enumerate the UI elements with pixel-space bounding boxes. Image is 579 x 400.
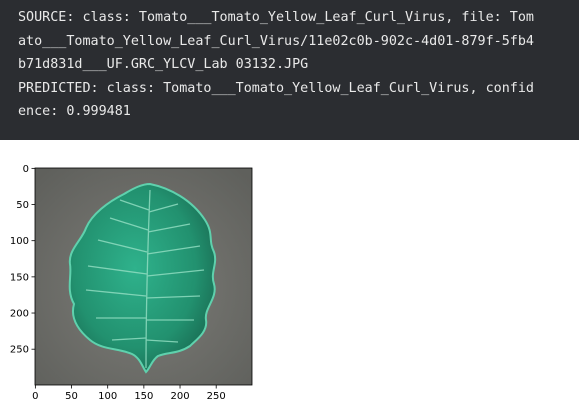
output-line-4: PREDICTED: class: Tomato___Tomato_Yellow… — [18, 80, 534, 96]
y-tick-label: 150 — [10, 272, 29, 283]
output-line-2: ato___Tomato_Yellow_Leaf_Curl_Virus/11e0… — [18, 33, 534, 49]
x-tick-label: 250 — [207, 391, 226, 400]
x-tick-label: 100 — [98, 391, 117, 400]
x-tick-label: 200 — [170, 391, 189, 400]
y-axis: 0 50 100 150 200 250 — [10, 164, 35, 356]
y-tick-label: 200 — [10, 309, 29, 320]
y-tick-label: 100 — [10, 236, 29, 247]
leaf-image — [35, 168, 252, 385]
image-plot: 0 50 100 150 200 250 0 50 100 150 200 250 — [10, 164, 253, 400]
y-tick-label: 250 — [10, 345, 29, 356]
x-tick-label: 0 — [32, 391, 38, 400]
x-tick-label: 50 — [65, 391, 78, 400]
output-line-3: b71d831d___UF.GRC_YLCV_Lab 03132.JPG — [18, 57, 309, 72]
output-line-5: ence: 0.999481 — [18, 104, 131, 119]
image-plot-figure: 0 50 100 150 200 250 0 50 100 150 200 250 — [0, 140, 579, 400]
y-tick-label: 50 — [16, 200, 29, 211]
y-tick-label: 0 — [23, 164, 29, 175]
x-tick-label: 150 — [134, 391, 153, 400]
cell-output: SOURCE: class: Tomato___Tomato_Yellow_Le… — [0, 0, 579, 140]
output-line-1: SOURCE: class: Tomato___Tomato_Yellow_Le… — [18, 10, 534, 25]
x-axis: 0 50 100 150 200 250 — [32, 385, 226, 400]
